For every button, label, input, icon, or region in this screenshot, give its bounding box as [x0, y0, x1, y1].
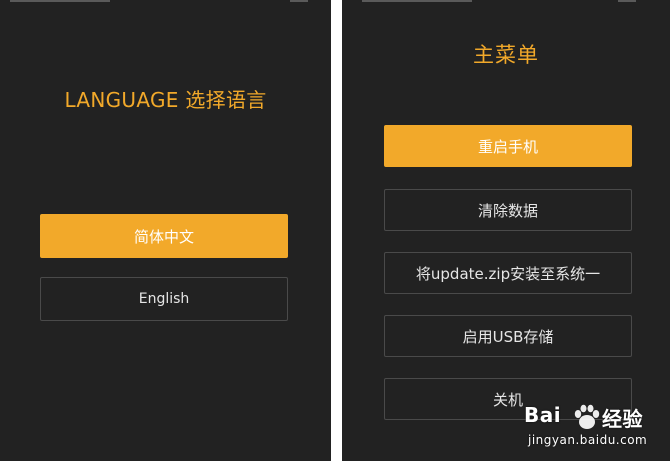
- wipe-data-button[interactable]: 清除数据: [384, 189, 632, 231]
- language-screen: LANGUAGE 选择语言 简体中文 English: [0, 0, 331, 461]
- status-bar: [342, 0, 670, 5]
- english-button[interactable]: English: [40, 277, 288, 321]
- watermark-url: jingyan.baidu.com: [528, 433, 648, 447]
- enable-usb-storage-button[interactable]: 启用USB存储: [384, 315, 632, 357]
- install-update-zip-button[interactable]: 将update.zip安装至系统一: [384, 252, 632, 294]
- simplified-chinese-button[interactable]: 简体中文: [40, 214, 288, 258]
- reboot-phone-button[interactable]: 重启手机: [384, 125, 632, 167]
- status-bar: [0, 0, 331, 5]
- main-menu-title: 主菜单: [473, 43, 539, 67]
- power-off-button[interactable]: 关机: [384, 378, 632, 420]
- language-title: LANGUAGE 选择语言: [64, 88, 267, 112]
- main-menu-screen: 主菜单 重启手机 清除数据 将update.zip安装至系统一 启用USB存储 …: [342, 0, 670, 461]
